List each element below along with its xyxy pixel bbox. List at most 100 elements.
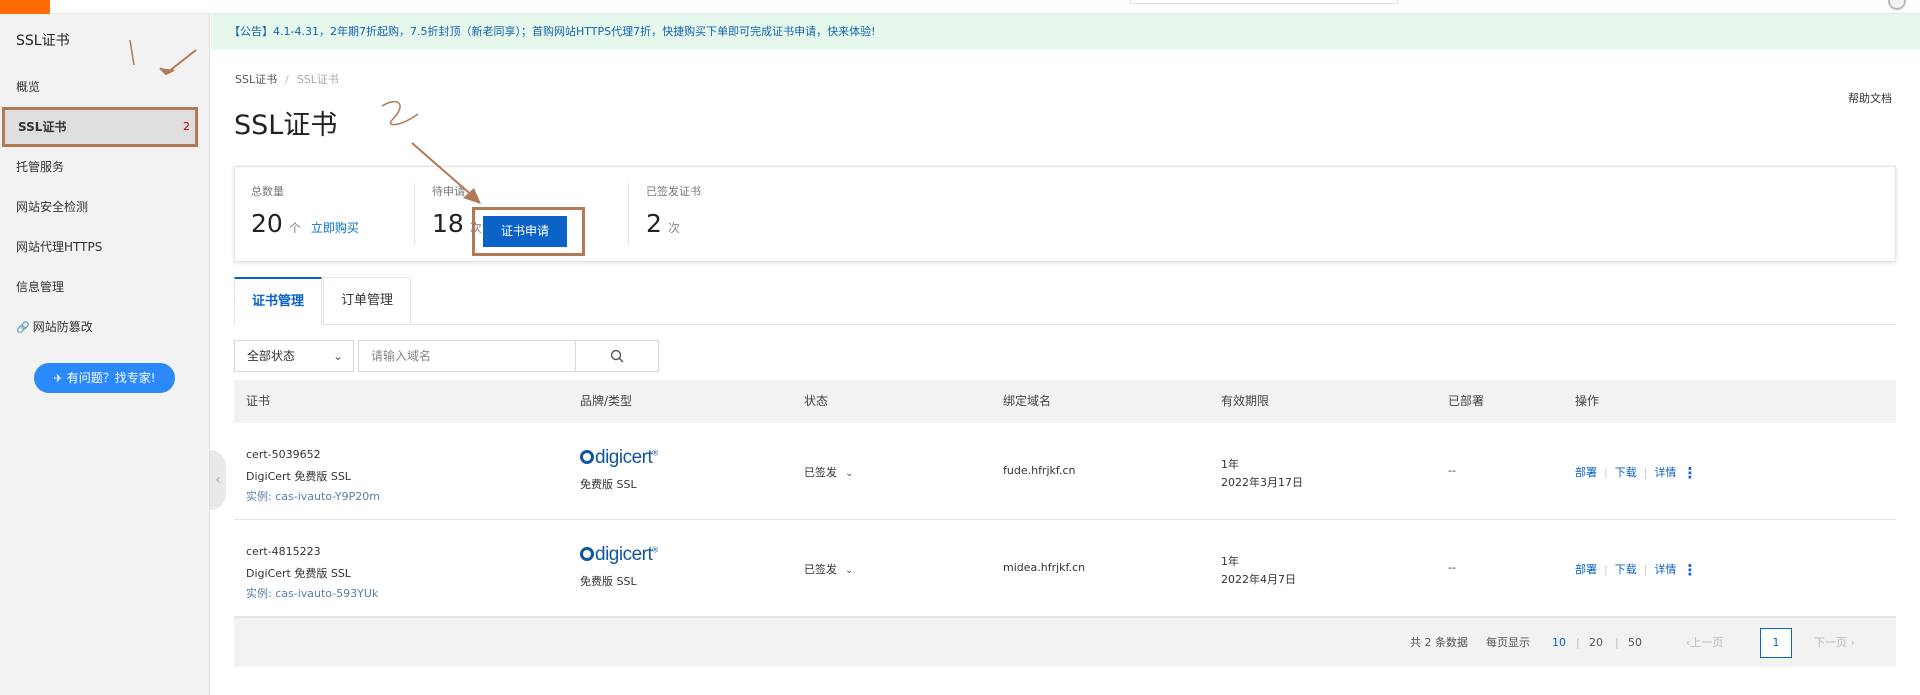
annotation-number: 2 bbox=[183, 120, 190, 133]
column-header: 证书 bbox=[246, 394, 271, 408]
search-icon bbox=[610, 349, 624, 363]
search-button[interactable] bbox=[575, 340, 659, 372]
prev-page-label: 上一页 bbox=[1690, 636, 1724, 649]
divider bbox=[628, 183, 629, 245]
brand-logo-text: digicert bbox=[595, 447, 653, 468]
validity-period: 1年 bbox=[1221, 458, 1239, 471]
column-header: 品牌/类型 bbox=[580, 394, 633, 408]
link-icon: 🔗 bbox=[16, 321, 30, 334]
prev-page-button[interactable]: ‹上一页 bbox=[1686, 618, 1723, 668]
table-row: cert-5039652 DigiCert 免费版 SSL 实例: cas-iv… bbox=[234, 423, 1896, 520]
sidebar-item-hosting[interactable]: 托管服务 bbox=[0, 147, 210, 187]
page-size-50[interactable]: 50 bbox=[1628, 618, 1642, 668]
pagination-bar: 共 2 条数据 每页显示 10 | 20 | 50 ‹上一页 1 下一页 › bbox=[234, 617, 1896, 667]
divider bbox=[414, 183, 415, 245]
page-title: SSL证书 bbox=[234, 110, 338, 141]
ask-expert-label: 有问题？找专家! bbox=[66, 371, 156, 385]
status-dropdown[interactable]: 已签发 ⌄ bbox=[804, 561, 853, 577]
ask-expert-button[interactable]: ✈ 有问题？找专家! bbox=[34, 363, 175, 393]
column-header: 有效期限 bbox=[1221, 394, 1270, 408]
deploy-link[interactable]: 部署 bbox=[1575, 466, 1597, 479]
tab-cert-management[interactable]: 证书管理 bbox=[234, 277, 323, 325]
per-page-label: 每页显示 bbox=[1486, 636, 1530, 649]
sidebar-item-label: 信息管理 bbox=[16, 280, 65, 294]
stats-card: 总数量 20 个立即购买 待申请 18 次 证书申请 已签发证书 2次 bbox=[234, 166, 1896, 262]
plane-icon: ✈ bbox=[53, 372, 63, 385]
column-header: 绑定域名 bbox=[1003, 394, 1052, 408]
deployed-value: -- bbox=[1448, 464, 1456, 477]
stat-issued-unit: 次 bbox=[667, 221, 680, 235]
top-search-box[interactable] bbox=[1130, 0, 1398, 4]
table-header: 证书 品牌/类型 状态 绑定域名 有效期限 已部署 操作 bbox=[234, 380, 1896, 423]
brand-logo-text: digicert bbox=[595, 544, 653, 565]
column-header: 操作 bbox=[1575, 394, 1600, 408]
download-link[interactable]: 下载 bbox=[1615, 466, 1637, 479]
details-link[interactable]: 详情 bbox=[1654, 563, 1676, 576]
sidebar-item-overview[interactable]: 概览 bbox=[0, 67, 210, 107]
cert-name: DigiCert 免费版 SSL bbox=[246, 470, 351, 483]
tab-order-management[interactable]: 订单管理 bbox=[323, 277, 412, 325]
next-page-button[interactable]: 下一页 › bbox=[1814, 618, 1855, 668]
sidebar-item-label: 概览 bbox=[16, 80, 41, 94]
certificate-table: 证书 品牌/类型 状态 绑定域名 有效期限 已部署 操作 cert-503965… bbox=[234, 380, 1896, 667]
sidebar-item-security-check[interactable]: 网站安全检测 bbox=[0, 187, 210, 227]
stat-issued-label: 已签发证书 bbox=[646, 185, 701, 198]
chevron-right-icon: › bbox=[1850, 636, 1855, 649]
sidebar-item-info[interactable]: 信息管理 bbox=[0, 267, 210, 307]
stat-total-label: 总数量 bbox=[251, 185, 284, 198]
cert-id: cert-4815223 bbox=[246, 545, 321, 558]
bound-domain: midea.hfrjkf.cn bbox=[1003, 561, 1086, 574]
bound-domain: fude.hfrjkf.cn bbox=[1003, 464, 1076, 477]
status-filter-value: 全部状态 bbox=[247, 349, 296, 363]
table-row: cert-4815223 DigiCert 免费版 SSL 实例: cas-iv… bbox=[234, 520, 1896, 617]
chevron-down-icon: ⌄ bbox=[845, 468, 854, 479]
digicert-logo: digicert® bbox=[580, 447, 658, 469]
sidebar-collapse-handle[interactable]: ‹ bbox=[210, 450, 226, 510]
sidebar-item-ssl[interactable]: SSL证书 2 bbox=[2, 107, 198, 147]
annotation-highlight-box: 证书申请 bbox=[472, 207, 585, 256]
divider: | bbox=[1576, 636, 1580, 649]
divider: | bbox=[1615, 636, 1619, 649]
page-number-button[interactable]: 1 bbox=[1760, 628, 1792, 658]
cert-instance[interactable]: 实例: cas-ivauto-Y9P20m bbox=[246, 488, 380, 504]
apply-certificate-button[interactable]: 证书申请 bbox=[483, 216, 567, 247]
console-logo[interactable] bbox=[0, 0, 50, 14]
stat-pending-value: 18 bbox=[432, 209, 464, 238]
annotation-mark-2 bbox=[381, 100, 419, 126]
deploy-link[interactable]: 部署 bbox=[1575, 563, 1597, 576]
chevron-down-icon: ⌄ bbox=[332, 349, 343, 363]
cert-id: cert-5039652 bbox=[246, 448, 321, 461]
breadcrumb-current: SSL证书 bbox=[296, 73, 339, 86]
user-avatar[interactable] bbox=[1888, 0, 1906, 10]
validity-date: 2022年4月7日 bbox=[1221, 573, 1296, 586]
status-filter-select[interactable]: 全部状态 ⌄ bbox=[234, 340, 354, 372]
page-size-20[interactable]: 20 bbox=[1589, 618, 1603, 668]
status-text: 已签发 bbox=[804, 563, 837, 576]
more-vertical-icon[interactable]: ⋮ bbox=[1682, 561, 1697, 579]
tab-bar: 证书管理 订单管理 bbox=[234, 277, 1896, 325]
page-size-10[interactable]: 10 bbox=[1552, 618, 1566, 668]
sidebar: SSL证书 概览 SSL证书 2 托管服务 网站安全检测 网站代理HTTPS 信… bbox=[0, 14, 210, 695]
sidebar-item-tamper-proof[interactable]: 🔗 网站防篡改 bbox=[0, 307, 210, 347]
cert-instance[interactable]: 实例: cas-ivauto-593YUk bbox=[246, 585, 378, 601]
stat-total-unit: 个 bbox=[288, 221, 301, 235]
deployed-value: -- bbox=[1448, 561, 1456, 574]
sidebar-item-https-proxy[interactable]: 网站代理HTTPS bbox=[0, 227, 210, 267]
domain-search-input[interactable] bbox=[358, 340, 576, 372]
sidebar-item-label: 托管服务 bbox=[16, 160, 65, 174]
details-link[interactable]: 详情 bbox=[1654, 466, 1676, 479]
breadcrumb-root[interactable]: SSL证书 bbox=[235, 73, 277, 86]
sidebar-item-label: 网站防篡改 bbox=[32, 320, 93, 334]
stat-issued-value: 2 bbox=[646, 209, 662, 238]
total-count: 共 2 条数据 bbox=[1410, 636, 1468, 649]
status-text: 已签发 bbox=[804, 466, 837, 479]
buy-now-link[interactable]: 立即购买 bbox=[311, 221, 359, 235]
more-vertical-icon[interactable]: ⋮ bbox=[1682, 464, 1697, 482]
help-doc-link[interactable]: 帮助文档 bbox=[1848, 90, 1892, 106]
sidebar-item-label: 网站安全检测 bbox=[16, 200, 89, 214]
next-page-label: 下一页 bbox=[1814, 636, 1847, 649]
download-link[interactable]: 下载 bbox=[1615, 563, 1637, 576]
status-dropdown[interactable]: 已签发 ⌄ bbox=[804, 464, 853, 480]
announcement-bar: 【公告】4.1-4.31，2年期7折起购，7.5折封顶（新老同享）；首购网站HT… bbox=[211, 14, 1920, 50]
brand-type: 免费版 SSL bbox=[580, 575, 637, 588]
